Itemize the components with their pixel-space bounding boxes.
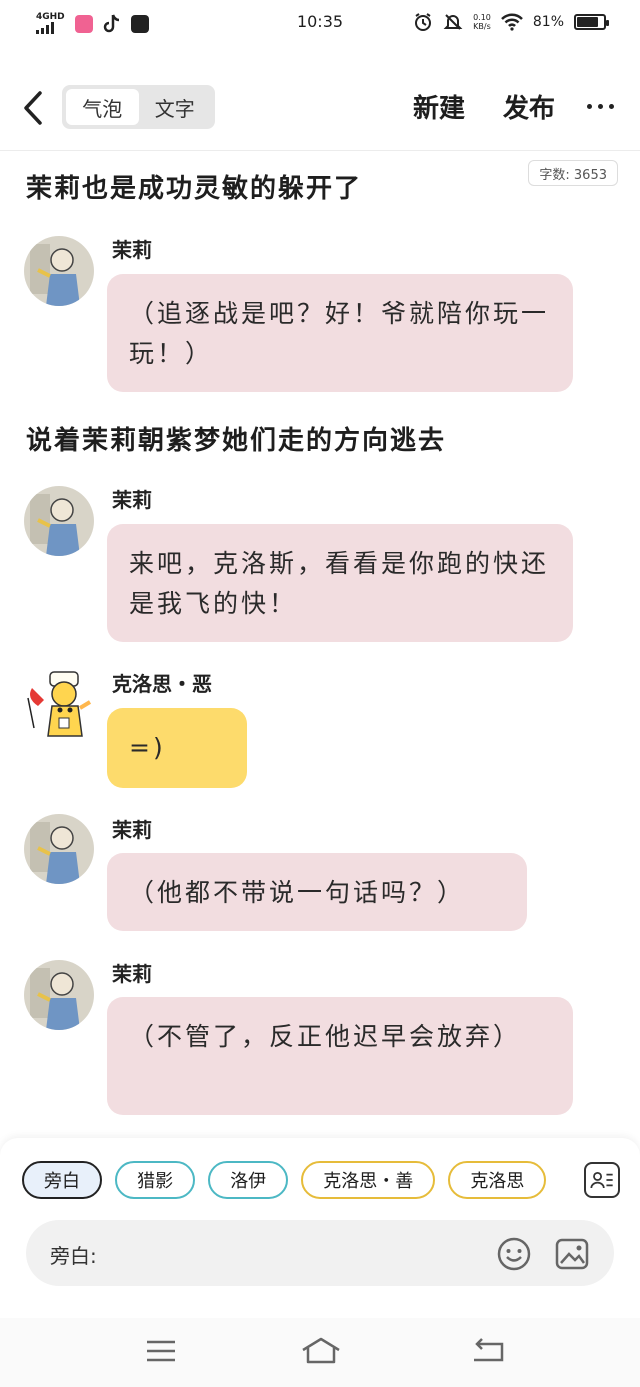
role-selector: 旁白 猎影 洛伊 克洛思・善 克洛思 (22, 1161, 582, 1201)
mode-switch: 气泡 文字 (62, 85, 215, 129)
sender-name: 克洛思・恶 (112, 672, 212, 696)
sender-name: 茉莉 (112, 962, 152, 986)
sender-name: 茉莉 (112, 238, 152, 262)
message-input[interactable]: 旁白: (26, 1220, 614, 1286)
role-chip[interactable]: 洛伊 (208, 1161, 289, 1199)
role-chip[interactable]: 猎影 (115, 1161, 196, 1199)
editor-header: 气泡 文字 新建 发布 (0, 80, 640, 136)
message-bubble[interactable]: =) (107, 708, 247, 788)
avatar-moli[interactable] (24, 236, 94, 306)
narration-line: 说着茉莉朝紫梦她们走的方向逃去 (26, 426, 447, 456)
sender-name: 茉莉 (112, 818, 152, 842)
word-count-badge: 字数: 3653 (528, 160, 618, 186)
back-nav-icon[interactable] (470, 1336, 506, 1366)
roles-manage-icon[interactable] (584, 1162, 620, 1198)
avatar-klose-evil[interactable] (24, 668, 94, 738)
battery-percent: 81% (532, 14, 564, 30)
tab-text[interactable]: 文字 (139, 89, 212, 125)
avatar-moli[interactable] (24, 486, 94, 556)
wifi-icon (500, 13, 523, 31)
role-chip[interactable]: 克洛思 (448, 1161, 547, 1199)
input-role-label: 旁白: (50, 1244, 97, 1268)
system-nav-bar (0, 1318, 640, 1387)
avatar-moli[interactable] (24, 960, 94, 1030)
message-bubble[interactable]: （不管了，反正他迟早会放弃） (107, 997, 573, 1115)
back-icon[interactable] (18, 90, 48, 126)
mute-icon (443, 14, 463, 30)
status-bar: 4GHD 10:35 0.10 KB/s 81% (0, 0, 640, 48)
network-speed: 0.10 KB/s (473, 13, 491, 31)
new-button[interactable]: 新建 (413, 88, 465, 125)
menu-icon[interactable] (143, 1336, 179, 1366)
home-icon[interactable] (300, 1336, 342, 1366)
avatar-moli[interactable] (24, 814, 94, 884)
divider (0, 150, 640, 151)
narration-line: 茉莉也是成功灵敏的躲开了 (26, 174, 363, 204)
sender-name: 茉莉 (112, 488, 152, 512)
message-bubble[interactable]: （追逐战是吧？好！爷就陪你玩一玩！） (107, 274, 573, 392)
message-bubble[interactable]: （他都不带说一句话吗？） (107, 853, 527, 931)
message-bubble[interactable]: 来吧，克洛斯，看看是你跑的快还是我飞的快！ (107, 524, 573, 642)
tab-bubble[interactable]: 气泡 (66, 89, 139, 125)
emoji-icon[interactable] (496, 1236, 532, 1272)
more-icon[interactable] (587, 104, 614, 109)
alarm-icon (415, 13, 432, 31)
image-icon[interactable] (554, 1236, 590, 1272)
role-chip-narrator[interactable]: 旁白 (22, 1161, 102, 1199)
battery-icon (574, 14, 609, 30)
publish-button[interactable]: 发布 (503, 88, 555, 125)
role-chip[interactable]: 克洛思・善 (301, 1161, 436, 1199)
